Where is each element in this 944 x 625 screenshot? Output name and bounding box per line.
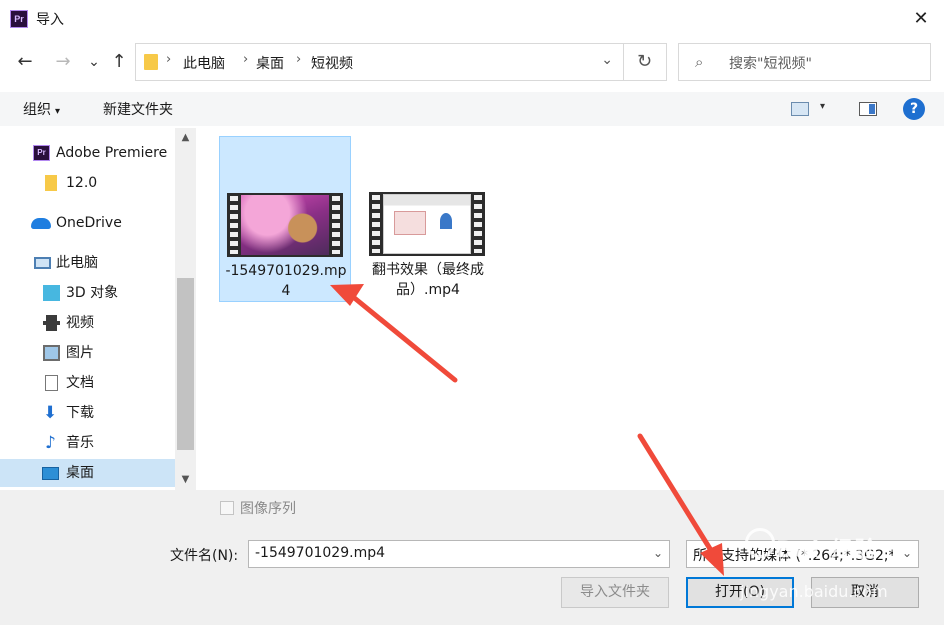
search-input[interactable]: ⌕ 搜索"短视频" (678, 43, 931, 81)
breadcrumb-separator: › (296, 52, 302, 67)
sidebar-item-this-pc[interactable]: 此电脑 (0, 249, 175, 277)
music-icon: ♪ (45, 433, 56, 453)
sidebar-item-label: 图片 (66, 345, 94, 361)
premiere-app-icon: Pr (10, 10, 28, 28)
title-bar: Pr 导入 ✕ (0, 0, 944, 38)
preview-pane-icon[interactable] (859, 102, 877, 116)
search-placeholder: 搜索"短视频" (729, 56, 812, 72)
sidebar-scrollbar[interactable]: ▲ ▼ (175, 128, 196, 490)
scroll-down-icon[interactable]: ▼ (175, 471, 196, 489)
address-dropdown-icon[interactable]: ⌄ (601, 52, 613, 68)
image-sequence-checkbox[interactable] (220, 501, 234, 515)
sidebar-item-adobe-premiere[interactable]: Pr Adobe Premiere (0, 139, 175, 167)
flip-book-video-thumbnail (383, 194, 471, 254)
window-title: 导入 (36, 12, 64, 28)
onedrive-icon (31, 218, 51, 229)
sidebar-item-pictures[interactable]: 图片 (0, 339, 175, 367)
breadcrumb-separator: › (166, 52, 172, 67)
sidebar-item-downloads[interactable]: ⬇ 下载 (0, 399, 175, 427)
back-button[interactable]: ← (13, 50, 37, 74)
help-icon[interactable]: ? (903, 98, 925, 120)
sidebar-item-12-0[interactable]: 12.0 (0, 169, 175, 197)
navigation-pane: Pr Adobe Premiere 12.0 OneDrive 此电脑 3D 对… (0, 128, 196, 490)
sidebar-item-label: 文档 (66, 375, 94, 391)
breadcrumb-this-pc[interactable]: 此电脑 (183, 53, 225, 73)
scroll-up-icon[interactable]: ▲ (175, 129, 196, 147)
pink-blossom-video-thumbnail (241, 195, 329, 255)
file-list: -1549701029.mp4 翻书效果（最终成品）.mp4 (197, 128, 944, 490)
folder-icon (144, 54, 158, 70)
sidebar-item-documents[interactable]: 文档 (0, 369, 175, 397)
new-folder-button[interactable]: 新建文件夹 (103, 99, 173, 119)
file-type-value: 所有支持的媒体 (*.264;*.3G2;* (693, 548, 893, 564)
pictures-icon (43, 345, 60, 361)
scroll-thumb[interactable] (177, 278, 194, 450)
filename-value: -1549701029.mp4 (255, 545, 386, 561)
organize-button[interactable]: 组织 ▾ (23, 99, 60, 119)
sidebar-item-label: 3D 对象 (66, 285, 119, 301)
up-button[interactable]: ↑ (107, 50, 131, 74)
sidebar-item-label: 音乐 (66, 435, 94, 451)
sidebar-item-videos[interactable]: 视频 (0, 309, 175, 337)
breadcrumb-desktop[interactable]: 桌面 (256, 53, 284, 73)
desktop-icon (42, 467, 59, 480)
breadcrumb-separator: › (243, 52, 249, 67)
file-item[interactable]: -1549701029.mp4 (219, 136, 351, 302)
image-sequence-label: 图像序列 (240, 501, 296, 517)
breadcrumb-short-videos[interactable]: 短视频 (311, 53, 353, 73)
sidebar-item-music[interactable]: ♪ 音乐 (0, 429, 175, 457)
3d-objects-icon (43, 285, 60, 301)
videos-icon (43, 315, 60, 331)
video-thumbnail (369, 192, 485, 256)
close-button[interactable]: ✕ (906, 4, 936, 34)
sidebar-item-label: 12.0 (66, 175, 98, 191)
sidebar-item-label: 此电脑 (56, 255, 98, 271)
video-thumbnail (227, 193, 343, 257)
folder-icon (45, 175, 57, 191)
sidebar-item-label: 桌面 (66, 465, 94, 481)
sidebar-item-onedrive[interactable]: OneDrive (0, 209, 175, 237)
change-view-icon[interactable] (791, 102, 809, 116)
refresh-button[interactable]: ↻ (623, 43, 667, 81)
dialog-footer: 图像序列 文件名(N): -1549701029.mp4 ⌄ 所有支持的媒体 (… (0, 490, 944, 625)
open-button[interactable]: 打开(O) (686, 577, 794, 608)
filename-field[interactable]: -1549701029.mp4 ⌄ (248, 540, 670, 568)
chevron-down-icon[interactable]: ⌄ (653, 546, 663, 560)
cancel-button[interactable]: 取消 (811, 577, 919, 608)
forward-button[interactable]: → (51, 50, 75, 74)
file-name: -1549701029.mp4 (225, 263, 347, 299)
command-bar: 组织 ▾ 新建文件夹 ▾ ? (0, 92, 944, 126)
sidebar-item-label: 下载 (66, 405, 94, 421)
file-type-select[interactable]: 所有支持的媒体 (*.264;*.3G2;* ⌄ (686, 540, 919, 568)
file-item[interactable]: 翻书效果（最终成品）.mp4 (362, 136, 494, 302)
filename-label: 文件名(N): (170, 548, 239, 564)
organize-label: 组织 (23, 102, 51, 118)
sidebar-item-desktop[interactable]: 桌面 (0, 459, 175, 487)
pc-icon (34, 257, 51, 269)
sidebar-item-3d-objects[interactable]: 3D 对象 (0, 279, 175, 307)
chevron-down-icon: ▾ (55, 106, 61, 117)
documents-icon (45, 375, 58, 391)
chevron-down-icon[interactable]: ⌄ (902, 546, 912, 560)
import-folder-button[interactable]: 导入文件夹 (561, 577, 669, 608)
sidebar-item-label: OneDrive (56, 215, 122, 231)
recent-locations-button[interactable]: ⌄ (82, 50, 106, 74)
premiere-icon: Pr (33, 145, 50, 161)
search-icon: ⌕ (695, 53, 704, 71)
sidebar-item-label: 视频 (66, 315, 94, 331)
address-bar[interactable]: › 此电脑 › 桌面 › 短视频 ⌄ (135, 43, 624, 81)
sidebar-item-label: Adobe Premiere (56, 145, 168, 161)
file-name: 翻书效果（最终成品）.mp4 (372, 262, 484, 298)
chevron-down-icon[interactable]: ▾ (820, 101, 825, 112)
downloads-icon: ⬇ (43, 403, 58, 423)
